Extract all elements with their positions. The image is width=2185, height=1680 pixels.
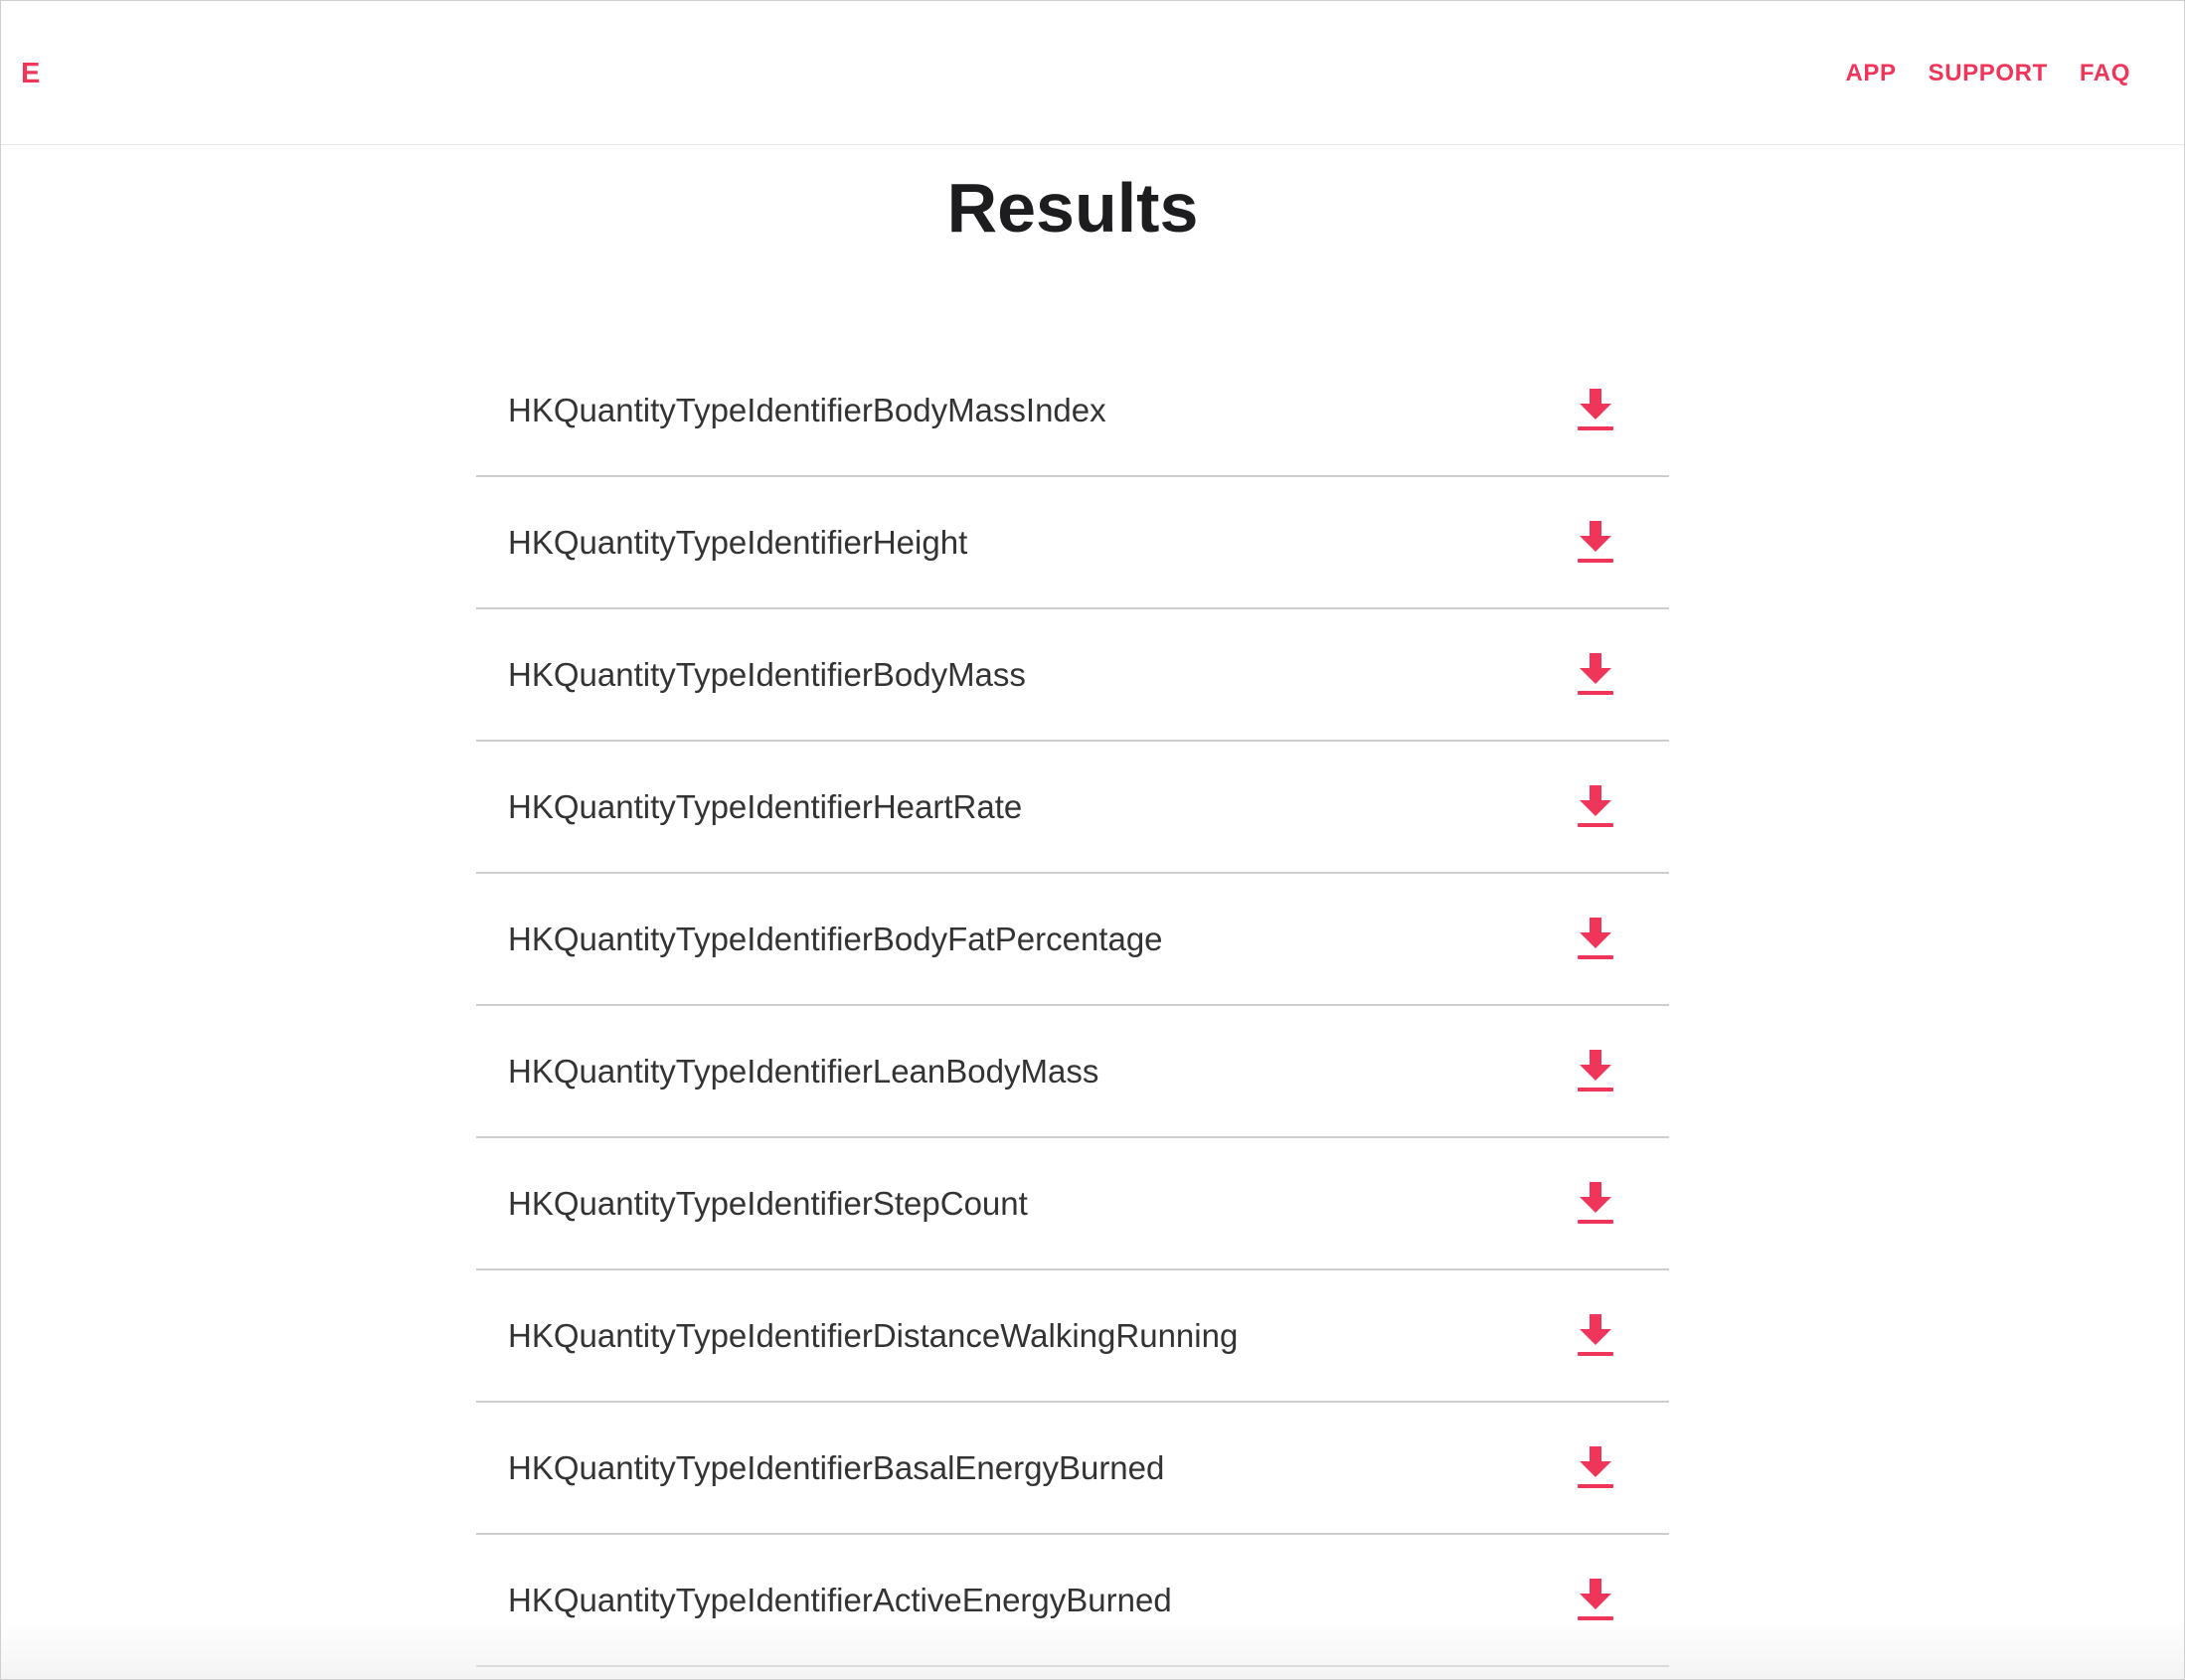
browser-viewport: E APP SUPPORT FAQ Results HKQuantityType… (0, 0, 2185, 1680)
result-name: HKQuantityTypeIdentifierStepCount (508, 1184, 1028, 1222)
page-title: Results (946, 169, 1199, 247)
result-row: HKQuantityTypeIdentifierBasalEnergyBurne… (476, 1403, 1669, 1535)
download-icon[interactable] (1576, 1179, 1615, 1229)
result-row: HKQuantityTypeIdentifierBodyMassIndex (476, 345, 1669, 477)
results-list: HKQuantityTypeIdentifierBodyMassIndex HK… (476, 345, 1669, 1667)
download-icon[interactable] (1576, 386, 1615, 435)
result-row: HKQuantityTypeIdentifierHeight (476, 477, 1669, 609)
download-icon[interactable] (1576, 1311, 1615, 1361)
result-row: HKQuantityTypeIdentifierActiveEnergyBurn… (476, 1535, 1669, 1667)
result-name: HKQuantityTypeIdentifierBodyMass (508, 655, 1026, 693)
nav-link-support[interactable]: SUPPORT (1929, 59, 2048, 88)
result-row: HKQuantityTypeIdentifierBodyMass (476, 609, 1669, 742)
result-row: HKQuantityTypeIdentifierStepCount (476, 1138, 1669, 1270)
result-row: HKQuantityTypeIdentifierLeanBodyMass (476, 1006, 1669, 1138)
result-name: HKQuantityTypeIdentifierHeartRate (508, 787, 1023, 825)
download-icon[interactable] (1576, 1576, 1615, 1625)
result-row: HKQuantityTypeIdentifierHeartRate (476, 742, 1669, 874)
result-name: HKQuantityTypeIdentifierHeight (508, 523, 968, 561)
brand-logo[interactable]: E (21, 57, 40, 90)
result-name: HKQuantityTypeIdentifierBodyFatPercentag… (508, 920, 1163, 957)
result-name: HKQuantityTypeIdentifierBodyMassIndex (508, 391, 1106, 428)
download-icon[interactable] (1576, 1443, 1615, 1493)
result-name: HKQuantityTypeIdentifierLeanBodyMass (508, 1052, 1099, 1090)
download-icon[interactable] (1576, 650, 1615, 700)
nav-link-app[interactable]: APP (1845, 59, 1896, 88)
download-icon[interactable] (1576, 915, 1615, 964)
result-name: HKQuantityTypeIdentifierActiveEnergyBurn… (508, 1581, 1172, 1618)
result-row: HKQuantityTypeIdentifierBodyFatPercentag… (476, 874, 1669, 1006)
download-icon[interactable] (1576, 518, 1615, 568)
download-icon[interactable] (1576, 1047, 1615, 1096)
result-name: HKQuantityTypeIdentifierDistanceWalkingR… (508, 1316, 1239, 1354)
result-name: HKQuantityTypeIdentifierBasalEnergyBurne… (508, 1448, 1165, 1486)
download-icon[interactable] (1576, 782, 1615, 832)
top-navbar: E APP SUPPORT FAQ (1, 1, 2184, 145)
nav-links: APP SUPPORT FAQ (1845, 59, 2130, 88)
result-row: HKQuantityTypeIdentifierDistanceWalkingR… (476, 1270, 1669, 1403)
nav-link-faq[interactable]: FAQ (2080, 59, 2130, 88)
